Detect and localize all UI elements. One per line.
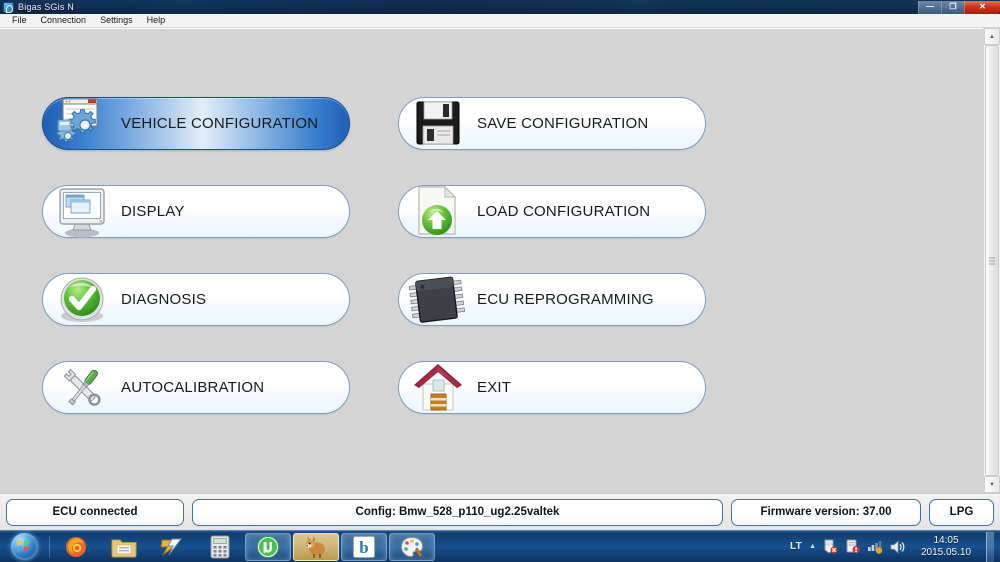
microchip-icon	[405, 272, 471, 328]
taskbar-item-amule[interactable]	[293, 532, 339, 561]
clock-time: 14:05	[933, 534, 959, 546]
windows-logo-icon	[10, 533, 38, 560]
volume-icon[interactable]	[890, 540, 906, 554]
main-menu-grid: VEHICLE CONFIGURATION DISPLAY DIAGNOSIS …	[0, 29, 1000, 493]
house-icon	[405, 360, 471, 416]
paint-palette-icon	[400, 536, 424, 558]
folder-icon	[111, 539, 137, 557]
taskbar-item-b-app[interactable]: b	[341, 532, 387, 561]
scroll-up-button[interactable]: ▲	[984, 28, 1000, 45]
utorrent-icon	[257, 535, 279, 558]
menu-button-label: AUTOCALIBRATION	[121, 379, 265, 396]
status-fuel-mode: LPG	[929, 498, 994, 526]
start-button[interactable]	[2, 532, 46, 561]
network-icon[interactable]	[867, 540, 883, 554]
menu-button-vehicle-configuration[interactable]: VEHICLE CONFIGURATION	[42, 97, 350, 150]
tray-chevron-up-icon[interactable]: ▲	[809, 543, 816, 550]
menu-button-ecu-reprogramming[interactable]: ECU REPROGRAMMING	[398, 273, 706, 326]
donkey-icon	[306, 536, 325, 558]
window-title: Bigas SGis N	[18, 2, 74, 12]
title-bar: Bigas SGis N — ❐ ✕	[0, 0, 1000, 14]
system-tray: LT ▲ 14:05 2015.05.10	[790, 531, 998, 562]
minimize-icon: —	[926, 2, 934, 11]
clock[interactable]: 14:05 2015.05.10	[913, 535, 975, 559]
menu-item-file[interactable]: File	[5, 14, 34, 27]
clock-date: 2015.05.10	[920, 546, 972, 558]
application-window: Bigas SGis N — ❐ ✕ File Connection Setti…	[0, 0, 1000, 530]
calculator-icon	[210, 535, 230, 558]
window-gears-icon	[49, 96, 115, 152]
menu-button-label: LOAD CONFIGURATION	[477, 203, 651, 220]
maximize-icon: ❐	[949, 2, 957, 11]
taskbar-item-paint[interactable]	[389, 532, 435, 561]
client-area: VEHICLE CONFIGURATION DISPLAY DIAGNOSIS …	[0, 28, 1000, 493]
menu-item-settings[interactable]: Settings	[93, 14, 140, 27]
taskbar: b LT ▲ 14:05 2015.05.10	[0, 530, 1000, 562]
tools-icon	[49, 360, 115, 416]
taskbar-item-firefox[interactable]	[53, 533, 99, 561]
taskbar-item-explorer[interactable]	[101, 533, 147, 561]
close-button[interactable]: ✕	[964, 0, 1000, 14]
status-config: Config: Bmw_528_p110_ug2.25valtek	[192, 498, 723, 526]
scrollbar-track[interactable]	[984, 45, 1000, 476]
show-desktop-button[interactable]	[986, 531, 994, 562]
vertical-scrollbar[interactable]: ▲ ▼	[983, 28, 1000, 493]
taskbar-item-calculator[interactable]	[197, 533, 243, 561]
b-app-icon: b	[353, 535, 375, 558]
green-check-icon	[49, 272, 115, 328]
menu-button-diagnosis[interactable]: DIAGNOSIS	[42, 273, 350, 326]
status-bar: ECU connected Config: Bmw_528_p110_ug2.2…	[0, 493, 1000, 530]
monitor-icon	[49, 184, 115, 240]
taskbar-item-utorrent[interactable]	[245, 532, 291, 561]
document-up-arrow-icon	[405, 184, 471, 240]
menu-item-help[interactable]: Help	[140, 14, 173, 27]
security-icon[interactable]	[823, 539, 838, 554]
svg-text:b: b	[359, 538, 368, 557]
menu-button-label: EXIT	[477, 379, 512, 396]
close-icon: ✕	[979, 2, 986, 11]
minimize-button[interactable]: —	[918, 0, 941, 14]
app-icon	[3, 1, 14, 13]
menu-button-load-configuration[interactable]: LOAD CONFIGURATION	[398, 185, 706, 238]
maximize-button[interactable]: ❐	[941, 0, 964, 14]
lightning-icon	[160, 538, 182, 555]
firefox-icon	[66, 536, 86, 557]
menu-button-display[interactable]: DISPLAY	[42, 185, 350, 238]
taskbar-separator	[49, 535, 50, 558]
menu-button-label: VEHICLE CONFIGURATION	[121, 115, 319, 132]
menu-button-label: DISPLAY	[121, 203, 185, 220]
floppy-disk-icon	[405, 96, 471, 152]
menu-button-autocalibration[interactable]: AUTOCALIBRATION	[42, 361, 350, 414]
menu-bar: File Connection Settings Help	[0, 14, 1000, 28]
status-ecu-connected: ECU connected	[6, 498, 184, 526]
window-controls: — ❐ ✕	[918, 0, 1000, 14]
menu-button-label: ECU REPROGRAMMING	[477, 291, 654, 308]
menu-button-label: DIAGNOSIS	[121, 291, 207, 308]
scroll-down-button[interactable]: ▼	[984, 476, 1000, 493]
status-firmware: Firmware version: 37.00	[731, 498, 921, 526]
menu-button-exit[interactable]: EXIT	[398, 361, 706, 414]
tray-language-indicator[interactable]: LT	[790, 541, 802, 552]
taskbar-item-winamp[interactable]	[149, 533, 195, 561]
menu-button-save-configuration[interactable]: SAVE CONFIGURATION	[398, 97, 706, 150]
update-icon[interactable]	[845, 539, 860, 554]
scrollbar-thumb[interactable]	[985, 45, 999, 476]
menu-button-label: SAVE CONFIGURATION	[477, 115, 649, 132]
menu-item-connection[interactable]: Connection	[34, 14, 94, 27]
